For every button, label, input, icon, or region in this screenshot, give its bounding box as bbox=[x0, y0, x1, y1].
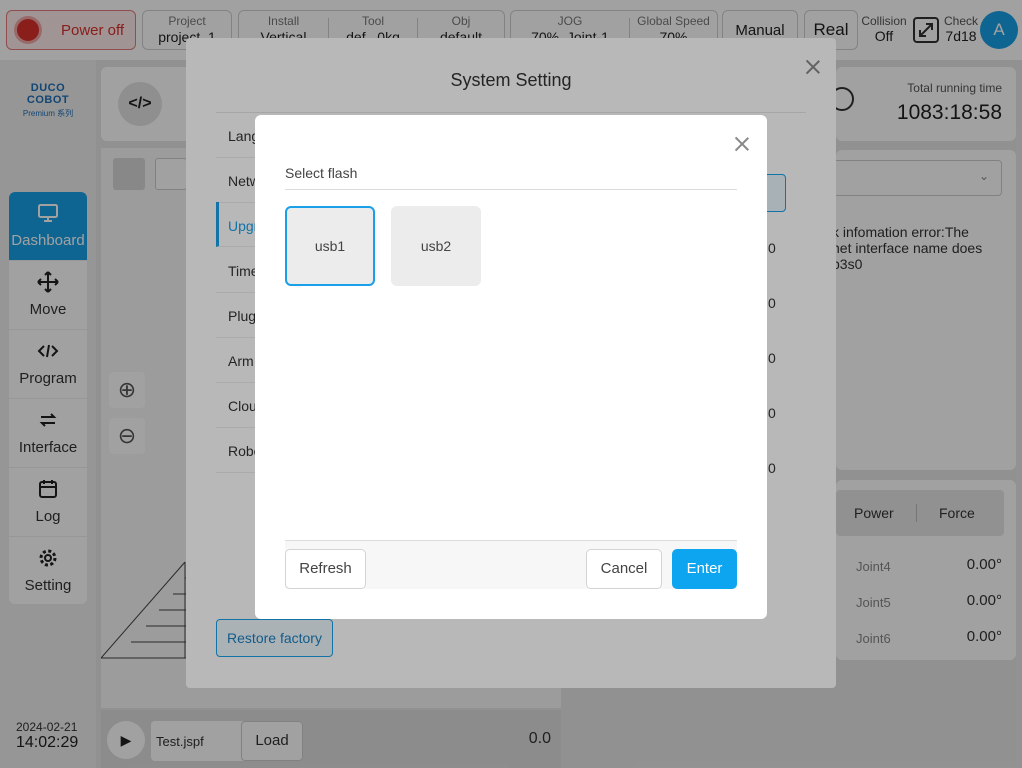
close-icon[interactable] bbox=[735, 137, 749, 151]
cancel-label: Cancel bbox=[600, 560, 648, 577]
refresh-button[interactable]: Refresh bbox=[285, 549, 366, 589]
dialog-title: Select flash bbox=[285, 165, 358, 181]
flash-option-usb1[interactable]: usb1 bbox=[285, 206, 375, 286]
flash-option-label: usb1 bbox=[314, 238, 346, 254]
refresh-label: Refresh bbox=[299, 560, 352, 577]
enter-label: Enter bbox=[686, 560, 723, 577]
flash-option-usb2[interactable]: usb2 bbox=[391, 206, 481, 286]
enter-button[interactable]: Enter bbox=[672, 549, 737, 589]
select-flash-dialog: Select flash usb1 usb2 Refresh Cancel En… bbox=[255, 115, 767, 619]
flash-option-label: usb2 bbox=[420, 238, 452, 254]
cancel-button[interactable]: Cancel bbox=[586, 549, 662, 589]
